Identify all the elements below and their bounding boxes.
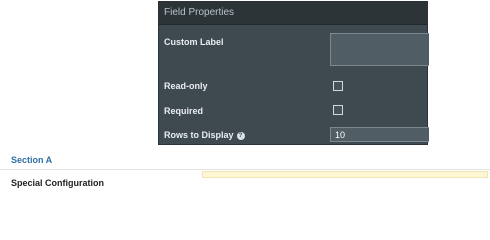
rows-to-display-text: Rows to Display: [164, 130, 234, 140]
custom-label-label: Custom Label: [164, 37, 224, 47]
required-label: Required: [164, 106, 204, 116]
read-only-label: Read-only: [164, 81, 208, 91]
rows-to-display-input[interactable]: 10: [330, 127, 429, 142]
panel-header: Field Properties: [159, 2, 427, 25]
panel-title: Field Properties: [164, 7, 235, 18]
required-checkbox[interactable]: [333, 105, 343, 115]
read-only-checkbox[interactable]: [333, 81, 343, 91]
rows-to-display-label: Rows to Display?: [164, 130, 245, 140]
help-icon[interactable]: ?: [236, 132, 245, 140]
field-properties-panel: Field Properties Custom Label Read-only …: [158, 1, 429, 145]
highlight-bar: [202, 171, 488, 178]
custom-label-input[interactable]: [330, 33, 429, 66]
special-configuration-label: Special Configuration: [11, 178, 105, 188]
section-a-heading[interactable]: Section A: [11, 155, 52, 165]
